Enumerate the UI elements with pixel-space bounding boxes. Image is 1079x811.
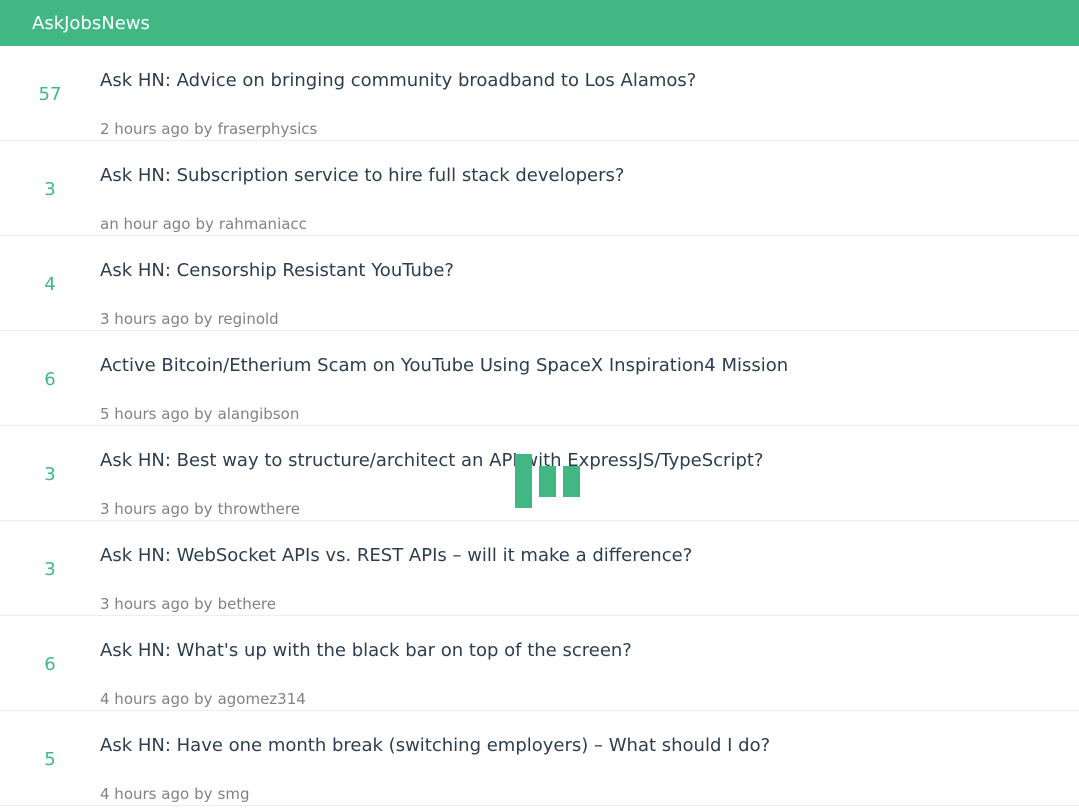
story-time: 4 hours ago [100,690,190,708]
loader-bar [515,454,532,508]
story-title-link[interactable]: Ask HN: Have one month break (switching … [100,735,770,756]
story-score: 57 [38,84,62,105]
story-meta: 3 hours ago by reginold [100,310,279,328]
story-title-link[interactable]: Ask HN: What's up with the black bar on … [100,640,632,661]
story-author-link[interactable]: reginold [218,310,279,328]
story-title-link[interactable]: Active Bitcoin/Etherium Scam on YouTube … [100,355,788,376]
story-score: 3 [44,179,56,200]
story-score: 3 [44,559,56,580]
story-by-label: by [194,405,213,423]
story-author-link[interactable]: rahmaniacc [219,215,307,233]
story-score: 3 [44,464,56,485]
story-row: 4 Ask HN: Censorship Resistant YouTube? … [0,236,1079,331]
story-row: 5 Ask HN: Have one month break (switchin… [0,711,1079,806]
story-title-link[interactable]: Ask HN: Subscription service to hire ful… [100,165,624,186]
story-meta: 5 hours ago by alangibson [100,405,299,423]
loader-bar [539,466,556,497]
loading-spinner-icon [515,454,581,508]
story-title-link[interactable]: Ask HN: Censorship Resistant YouTube? [100,260,454,281]
story-by-label: by [194,120,213,138]
story-author-link[interactable]: bethere [218,595,276,613]
story-score: 6 [44,654,56,675]
story-score: 6 [44,369,56,390]
story-by-label: by [194,500,213,518]
story-list: 57 Ask HN: Advice on bringing community … [0,46,1079,806]
brand-title[interactable]: AskJobsNews [32,13,150,34]
story-meta: 3 hours ago by bethere [100,595,276,613]
story-time: 4 hours ago [100,785,190,803]
story-author-link[interactable]: throwthere [218,500,300,518]
story-title-link[interactable]: Ask HN: Advice on bringing community bro… [100,70,696,91]
story-score: 5 [44,749,56,770]
loader-bar [563,466,580,497]
story-author-link[interactable]: fraserphysics [218,120,318,138]
story-score: 4 [44,274,56,295]
story-row: 3 Ask HN: Subscription service to hire f… [0,141,1079,236]
story-time: an hour ago [100,215,191,233]
story-title-link[interactable]: Ask HN: WebSocket APIs vs. REST APIs – w… [100,545,692,566]
app-header: AskJobsNews [0,0,1079,46]
story-time: 3 hours ago [100,310,190,328]
story-by-label: by [195,215,214,233]
story-row: 57 Ask HN: Advice on bringing community … [0,46,1079,141]
story-meta: an hour ago by rahmaniacc [100,215,307,233]
story-meta: 4 hours ago by agomez314 [100,690,306,708]
story-by-label: by [194,595,213,613]
story-author-link[interactable]: agomez314 [218,690,306,708]
story-author-link[interactable]: smg [218,785,250,803]
story-meta: 4 hours ago by smg [100,785,250,803]
story-title-link[interactable]: Ask HN: Best way to structure/architect … [100,450,763,471]
story-author-link[interactable]: alangibson [218,405,300,423]
story-time: 2 hours ago [100,120,190,138]
story-by-label: by [194,785,213,803]
story-row: 3 Ask HN: WebSocket APIs vs. REST APIs –… [0,521,1079,616]
story-meta: 3 hours ago by throwthere [100,500,300,518]
story-time: 3 hours ago [100,595,190,613]
story-by-label: by [194,690,213,708]
story-time: 5 hours ago [100,405,190,423]
story-meta: 2 hours ago by fraserphysics [100,120,317,138]
story-row: 6 Active Bitcoin/Etherium Scam on YouTub… [0,331,1079,426]
story-row: 6 Ask HN: What's up with the black bar o… [0,616,1079,711]
story-by-label: by [194,310,213,328]
story-time: 3 hours ago [100,500,190,518]
